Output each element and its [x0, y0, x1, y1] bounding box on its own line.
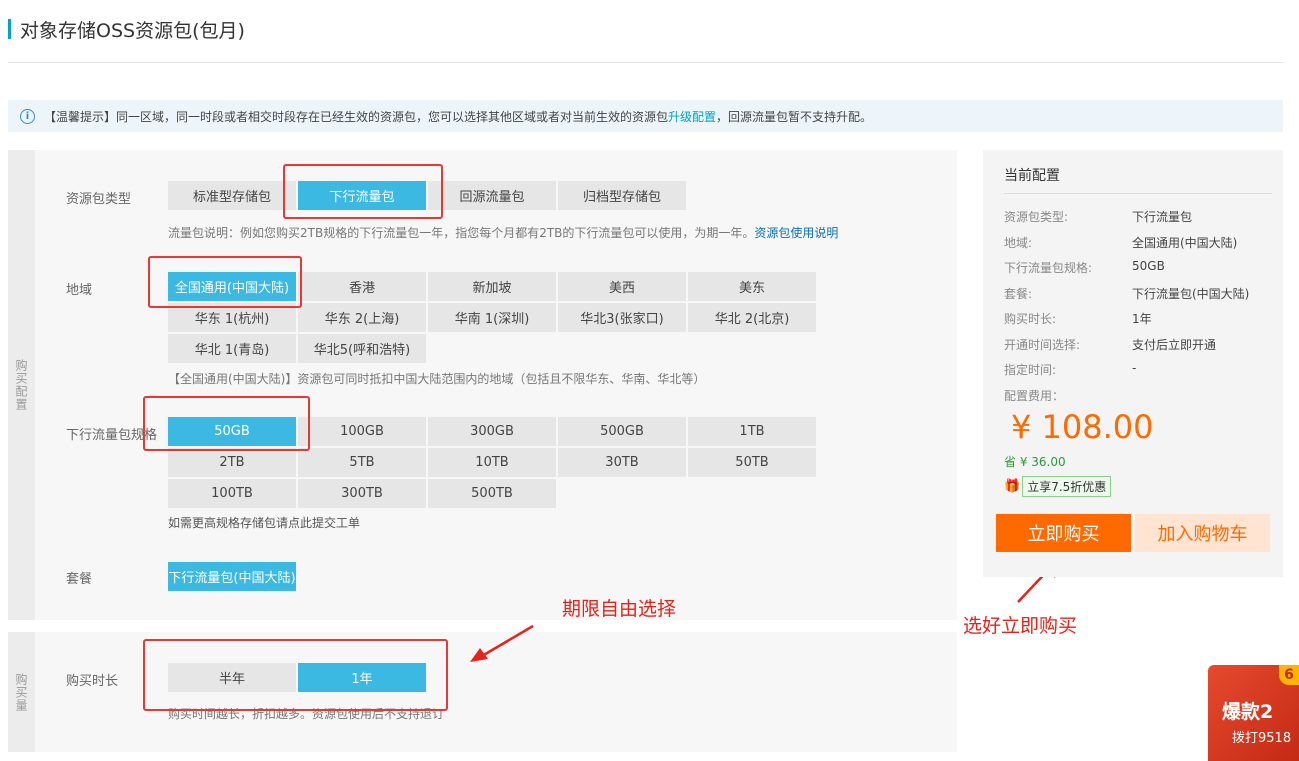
- config-row: 开通时间选择: 支付后立即开通: [1004, 336, 1216, 353]
- config-section-label: 购买配置: [8, 150, 35, 620]
- spec-option[interactable]: 30TB: [558, 448, 686, 477]
- ad-line1: 爆款2: [1222, 701, 1274, 723]
- region-option[interactable]: 华北 1(青岛): [168, 334, 296, 363]
- duration-options: 半年 1年: [168, 663, 468, 694]
- config-row-key: 开通时间选择:: [1004, 337, 1081, 352]
- page-title: 对象存储OSS资源包(包月): [8, 16, 245, 42]
- notice-text-after: ，回源流量包暂不支持升配。: [716, 109, 873, 124]
- region-option[interactable]: 华东 2(上海): [298, 303, 426, 332]
- duration-option[interactable]: 1年: [298, 663, 426, 692]
- config-row-value: -: [1132, 361, 1137, 375]
- config-divider: [1004, 193, 1272, 194]
- spec-label: 下行流量包规格: [66, 428, 158, 443]
- gift-icon: 🎁: [1004, 479, 1021, 494]
- duration-option[interactable]: 半年: [168, 663, 296, 692]
- spec-option[interactable]: 5TB: [298, 448, 426, 477]
- spec-option[interactable]: 1TB: [688, 417, 816, 446]
- config-row: 资源包类型: 下行流量包: [1004, 208, 1192, 225]
- plan-option[interactable]: 下行流量包(中国大陆): [168, 562, 296, 591]
- config-row-value: 50GB: [1132, 259, 1165, 273]
- notice-text-before: 【温馨提示】同一区域，同一时段或者相交时段存在已经生效的资源包，您可以选择其他区…: [44, 109, 669, 124]
- title-bar: [8, 19, 11, 39]
- region-options: 全国通用(中国大陆) 香港 新加坡 美西 美东华东 1(杭州) 华东 2(上海) 华南 1(…: [168, 272, 828, 365]
- region-option[interactable]: 华北5(呼和浩特): [298, 334, 426, 363]
- region-option[interactable]: 华东 1(杭州): [168, 303, 296, 332]
- config-row-key: 套餐:: [1004, 286, 1033, 301]
- upgrade-config-link[interactable]: 升级配置: [668, 108, 716, 125]
- floating-ad-banner[interactable]: 6 爆款2 拨打9518: [1208, 665, 1299, 761]
- config-row-key: 指定时间:: [1004, 363, 1057, 377]
- notice-bar: i 【温馨提示】同一区域，同一时段或者相交时段存在已经生效的资源包，您可以选择其…: [8, 100, 1283, 132]
- annotation-buy: 选好立即购买: [963, 615, 1078, 637]
- config-row-key: 下行流量包规格:: [1004, 261, 1093, 275]
- spec-option[interactable]: 10TB: [428, 448, 556, 477]
- package-type-option[interactable]: 回源流量包: [428, 181, 556, 210]
- config-row: 下行流量包规格: 50GB: [1004, 259, 1165, 276]
- spec-option[interactable]: 300GB: [428, 417, 556, 446]
- region-option[interactable]: 全国通用(中国大陆): [168, 272, 296, 301]
- package-type-label: 资源包类型: [66, 192, 132, 207]
- annotation-period: 期限自由选择: [562, 598, 677, 620]
- spec-option[interactable]: 100TB: [168, 479, 296, 508]
- spec-option[interactable]: 100GB: [298, 417, 426, 446]
- spec-options: 50GB 100GB 300GB 500GB 1TB 2TB 5TB 10TB 30TB 50TB…: [168, 417, 828, 510]
- quantity-section-label: 购买量: [8, 632, 35, 752]
- region-option[interactable]: 华北 2(北京): [688, 303, 816, 332]
- buy-now-button[interactable]: 立即购买: [996, 514, 1131, 552]
- region-option[interactable]: 华南 1(深圳): [428, 303, 556, 332]
- config-row-value: 支付后立即开通: [1132, 337, 1217, 352]
- config-row: 套餐: 下行流量包(中国大陆): [1004, 285, 1249, 302]
- spec-option[interactable]: 50GB: [168, 417, 296, 446]
- config-row-value: 1年: [1132, 312, 1152, 326]
- config-row-key: 购买时长:: [1004, 312, 1057, 326]
- region-label: 地域: [66, 283, 93, 298]
- region-option[interactable]: 华北3(张家口): [558, 303, 686, 332]
- current-config-panel: 当前配置 资源包类型: 下行流量包地域: 全国通用(中国大陆) 下行流量包规格: 50G…: [983, 150, 1283, 577]
- info-icon: i: [20, 108, 35, 124]
- duration-desc: 购买时间越长，折扣越多。资源包使用后不支持退订: [168, 707, 445, 721]
- spec-option[interactable]: 500TB: [428, 479, 556, 508]
- spec-option[interactable]: 300TB: [298, 479, 426, 508]
- plan-options: 下行流量包(中国大陆): [168, 562, 368, 593]
- package-type-options: 标准型存储包 下行流量包 回源流量包 归档型存储包: [168, 181, 698, 212]
- region-option[interactable]: 美西: [558, 272, 686, 301]
- package-usage-link[interactable]: 资源包使用说明: [754, 226, 838, 240]
- region-option[interactable]: 香港: [298, 272, 426, 301]
- package-type-option[interactable]: 归档型存储包: [558, 181, 686, 210]
- package-type-option[interactable]: 标准型存储包: [168, 181, 296, 210]
- ad-corner-badge: 6: [1279, 665, 1299, 685]
- add-to-cart-button[interactable]: 加入购物车: [1135, 514, 1270, 552]
- region-option[interactable]: 新加坡: [428, 272, 556, 301]
- config-row: 指定时间: -: [1004, 361, 1136, 378]
- spec-option[interactable]: 50TB: [688, 448, 816, 477]
- config-row-value: 下行流量包: [1132, 210, 1193, 224]
- promo-badge: 立享7.5折优惠: [1022, 476, 1112, 497]
- spec-option[interactable]: 500GB: [558, 417, 686, 446]
- duration-label: 购买时长: [66, 674, 119, 689]
- config-price: ¥ 108.00: [1011, 408, 1154, 446]
- config-save: 省 ¥ 36.00: [1004, 455, 1066, 469]
- promo-row: 🎁 立享7.5折优惠: [1004, 476, 1112, 497]
- config-title: 当前配置: [1004, 168, 1060, 184]
- ad-line2: 拨打9518: [1232, 731, 1292, 746]
- spec-desc[interactable]: 如需更高规格存储包请点此提交工单: [168, 514, 360, 531]
- config-row: 地域: 全国通用(中国大陆): [1004, 234, 1237, 251]
- region-desc: 【全国通用(中国大陆)】资源包可同时抵扣中国大陆范围内的地域（包括且不限华东、华…: [168, 372, 706, 386]
- plan-label: 套餐: [66, 572, 93, 587]
- arrow-period-icon: [470, 624, 534, 662]
- config-fee-label: 配置费用：: [1004, 389, 1065, 403]
- title-divider: [8, 62, 1283, 63]
- spec-option[interactable]: 2TB: [168, 448, 296, 477]
- config-row-key: 地域:: [1004, 235, 1033, 250]
- region-option[interactable]: 美东: [688, 272, 816, 301]
- config-row: 购买时长: 1年: [1004, 310, 1152, 327]
- package-type-option[interactable]: 下行流量包: [298, 181, 426, 210]
- config-row-value: 下行流量包(中国大陆): [1132, 286, 1250, 301]
- config-row-key: 资源包类型:: [1004, 210, 1069, 224]
- config-row-value: 全国通用(中国大陆): [1132, 235, 1238, 250]
- page-title-text: 对象存储OSS资源包(包月): [20, 19, 245, 42]
- package-type-desc: 流量包说明：例如您购买2TB规格的下行流量包一年，指您每个月都有2TB的下行流量…: [168, 226, 839, 240]
